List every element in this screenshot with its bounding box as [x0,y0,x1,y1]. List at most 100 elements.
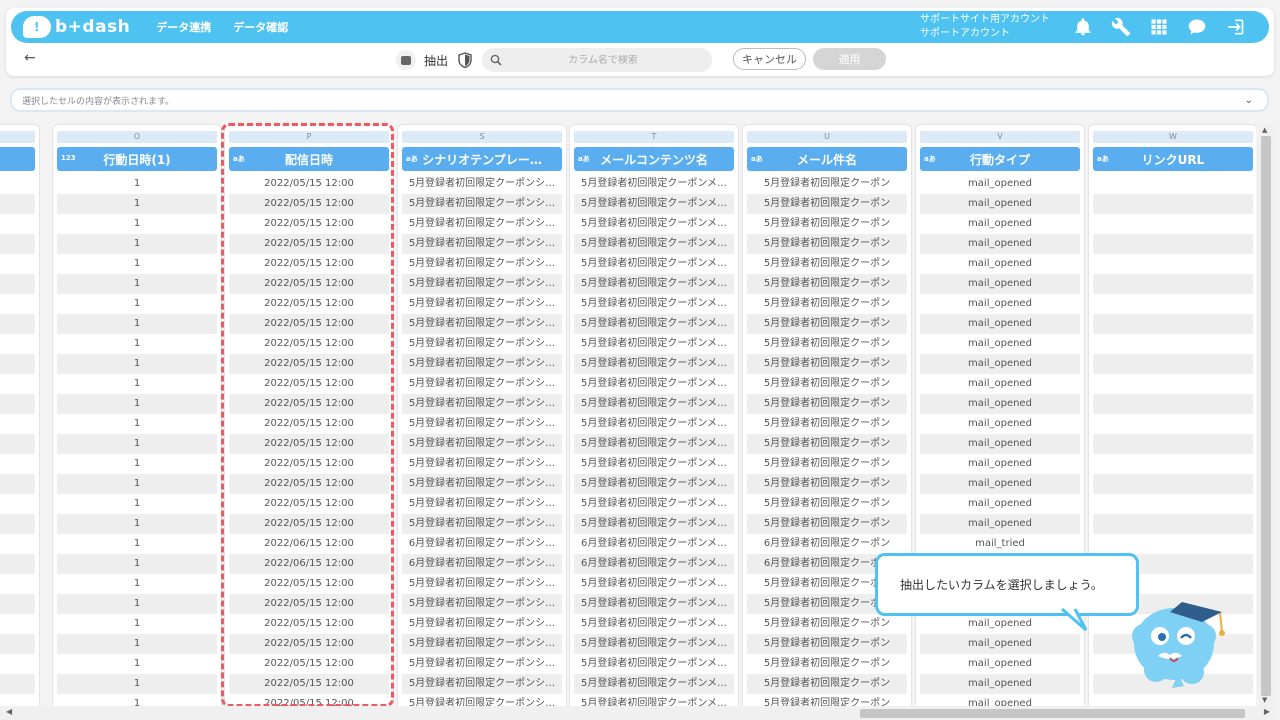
table-cell[interactable]: - [0,534,35,554]
table-cell[interactable]: 5月登録者初回限定クーポンシ… [402,674,562,694]
table-cell[interactable]: 5月登録者初回限定クーポン [747,274,907,294]
table-cell[interactable]: 5月登録者初回限定クーポンシ… [402,394,562,414]
table-cell[interactable] [1093,514,1253,534]
table-cell[interactable]: 2022/05/15 12:00 [229,694,389,706]
table-cell[interactable]: 6月登録者初回限定クーポンメ… [574,554,734,574]
column-header[interactable]: aあ シナリオテンプレー… [402,147,562,171]
table-cell[interactable] [1093,254,1253,274]
wrench-icon[interactable] [1109,15,1133,39]
table-cell[interactable]: 5月登録者初回限定クーポン [747,374,907,394]
table-cell[interactable]: 5月登録者初回限定クーポンシ… [402,274,562,294]
table-cell[interactable]: mail_opened [920,334,1080,354]
table-cell[interactable]: 2022/05/15 12:00 [229,194,389,214]
table-cell[interactable]: 5月登録者初回限定クーポンシ… [402,174,562,194]
table-cell[interactable] [1093,394,1253,414]
table-cell[interactable] [1093,454,1253,474]
table-cell[interactable]: 2022/05/15 12:00 [229,214,389,234]
table-cell[interactable]: 5月登録者初回限定クーポンシ… [402,314,562,334]
column-s[interactable]: Saあ シナリオテンプレー… 5月登録者初回限定クーポンシ… 5月登録者初回限定クーポ… [397,124,567,706]
table-cell[interactable] [1093,174,1253,194]
column-header[interactable] [0,147,35,171]
table-cell[interactable]: 5月登録者初回限定クーポンシ… [402,654,562,674]
table-cell[interactable]: mail_opened [920,174,1080,194]
table-cell[interactable]: 5月登録者初回限定クーポンシ… [402,494,562,514]
table-cell[interactable]: 2022/05/15 12:00 [229,494,389,514]
table-cell[interactable]: 5月登録者初回限定クーポンシ… [402,614,562,634]
back-arrow-icon[interactable]: ← [24,50,36,66]
chevron-down-icon[interactable]: ⌄ [1245,95,1253,106]
table-cell[interactable]: 1 [57,594,217,614]
table-cell[interactable]: 5月登録者初回限定クーポンシ… [402,634,562,654]
table-cell[interactable]: 2022/05/15 12:00 [229,174,389,194]
table-cell[interactable]: 5月登録者初回限定クーポンメ… [574,294,734,314]
table-cell[interactable]: 5月登録者初回限定クーポンシ… [402,574,562,594]
table-cell[interactable]: 5月登録者初回限定クーポンメ… [574,614,734,634]
table-cell[interactable]: - [0,594,35,614]
table-cell[interactable]: mail_opened [920,674,1080,694]
table-cell[interactable]: 1 [57,294,217,314]
table-cell[interactable]: mail_opened [920,354,1080,374]
table-cell[interactable]: 5月登録者初回限定クーポンメ… [574,574,734,594]
table-cell[interactable]: 5月登録者初回限定クーポン [747,474,907,494]
table-cell[interactable] [1093,374,1253,394]
table-cell[interactable]: mail_opened [920,474,1080,494]
table-cell[interactable]: 6月登録者初回限定クーポンシ… [402,534,562,554]
table-cell[interactable]: mail_opened [920,314,1080,334]
table-cell[interactable]: 5月登録者初回限定クーポンシ… [402,454,562,474]
table-cell[interactable] [1093,694,1253,706]
table-cell[interactable]: mail_opened [920,494,1080,514]
table-cell[interactable]: mail_opened [920,234,1080,254]
scroll-up-icon[interactable]: ▲ [1262,126,1267,134]
table-cell[interactable]: 5月登録者初回限定クーポン [747,314,907,334]
table-cell[interactable]: 1 [57,474,217,494]
table-cell[interactable]: mail_opened [920,194,1080,214]
table-cell[interactable]: 1 [57,414,217,434]
table-cell[interactable]: 5月登録者初回限定クーポンメ… [574,634,734,654]
table-cell[interactable]: 5月登録者初回限定クーポンメ… [574,434,734,454]
shield-icon[interactable] [458,52,472,68]
table-cell[interactable] [1093,494,1253,514]
table-cell[interactable]: 2022/05/15 12:00 [229,414,389,434]
table-cell[interactable]: mail_tried [920,534,1080,554]
table-cell[interactable]: 5月登録者初回限定クーポンメ… [574,594,734,614]
table-cell[interactable]: 5月登録者初回限定クーポンメ… [574,474,734,494]
table-cell[interactable]: 5月登録者初回限定クーポン [747,434,907,454]
table-cell[interactable]: - [0,254,35,274]
table-cell[interactable]: - [0,274,35,294]
table-cell[interactable]: mail_opened [920,294,1080,314]
table-cell[interactable] [1093,214,1253,234]
table-cell[interactable]: 2022/05/15 12:00 [229,354,389,374]
table-cell[interactable]: 5月登録者初回限定クーポンシ… [402,254,562,274]
bell-icon[interactable] [1071,15,1095,39]
table-cell[interactable]: mail_opened [920,654,1080,674]
table-cell[interactable]: - [0,634,35,654]
table-cell[interactable] [1093,414,1253,434]
table-cell[interactable]: 1 [57,214,217,234]
table-cell[interactable] [1093,434,1253,454]
table-cell[interactable]: 6月登録者初回限定クーポンシ… [402,554,562,574]
table-cell[interactable]: 1 [57,254,217,274]
table-cell[interactable]: 5月登録者初回限定クーポンメ… [574,254,734,274]
column-p[interactable]: Paあ 配信日時 2022/05/15 12:00 2022/05/15 12:00 2… [224,124,394,706]
table-cell[interactable]: 5月登録者初回限定クーポン [747,194,907,214]
scroll-right-icon[interactable]: ▶ [1264,707,1270,716]
table-cell[interactable]: - [0,414,35,434]
table-cell[interactable]: 1 [57,454,217,474]
grid-icon[interactable] [1147,15,1171,39]
table-cell[interactable]: 5月登録者初回限定クーポンメ… [574,214,734,234]
table-cell[interactable]: mail_opened [920,374,1080,394]
horizontal-scroll-thumb[interactable] [860,709,1245,718]
table-cell[interactable]: 1 [57,234,217,254]
table-cell[interactable]: 2022/05/15 12:00 [229,514,389,534]
table-cell[interactable]: 5月登録者初回限定クーポン [747,214,907,234]
app-logo[interactable]: ! b+dash [23,16,130,38]
table-cell[interactable]: 5月登録者初回限定クーポン [747,494,907,514]
table-cell[interactable]: - [0,614,35,634]
scroll-down-icon[interactable]: ▼ [1262,696,1267,704]
table-cell[interactable]: 5月登録者初回限定クーポン [747,254,907,274]
table-cell[interactable]: 2022/05/15 12:00 [229,474,389,494]
search-input[interactable] [508,54,699,66]
table-cell[interactable]: mail_opened [920,634,1080,654]
table-cell[interactable]: - [0,214,35,234]
column-search[interactable] [482,48,713,72]
